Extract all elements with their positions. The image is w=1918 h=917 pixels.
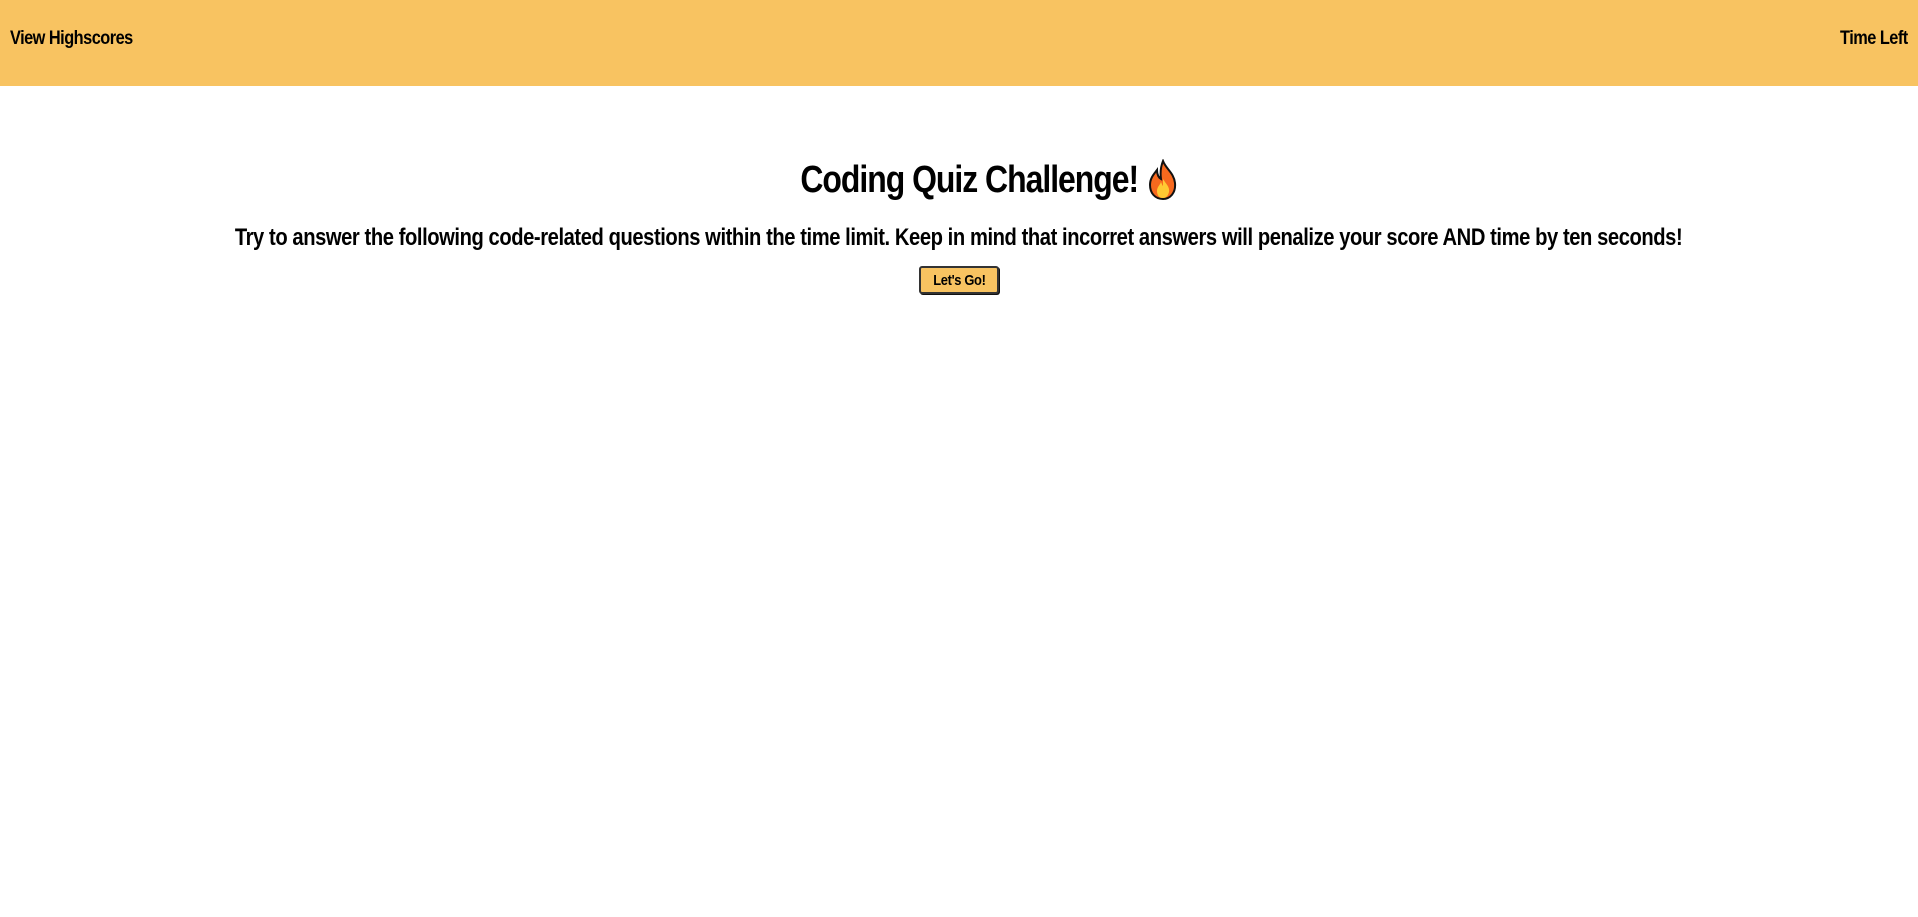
start-quiz-label: Let's Go! xyxy=(932,271,986,289)
title-row: Coding Quiz Challenge! xyxy=(0,156,1918,204)
quiz-intro: Coding Quiz Challenge! Try to answer the… xyxy=(0,86,1918,294)
page-title: Coding Quiz Challenge! xyxy=(800,158,1139,201)
fire-icon xyxy=(1149,159,1177,201)
view-highscores-link[interactable]: View Highscores xyxy=(10,28,133,50)
start-row: Let's Go! xyxy=(0,266,1918,294)
start-quiz-button[interactable]: Let's Go! xyxy=(918,266,1000,294)
instructions-text: Try to answer the following code-related… xyxy=(235,224,1683,251)
time-left-label: Time Left xyxy=(1840,28,1908,49)
top-bar: View Highscores Time Left xyxy=(0,0,1918,86)
